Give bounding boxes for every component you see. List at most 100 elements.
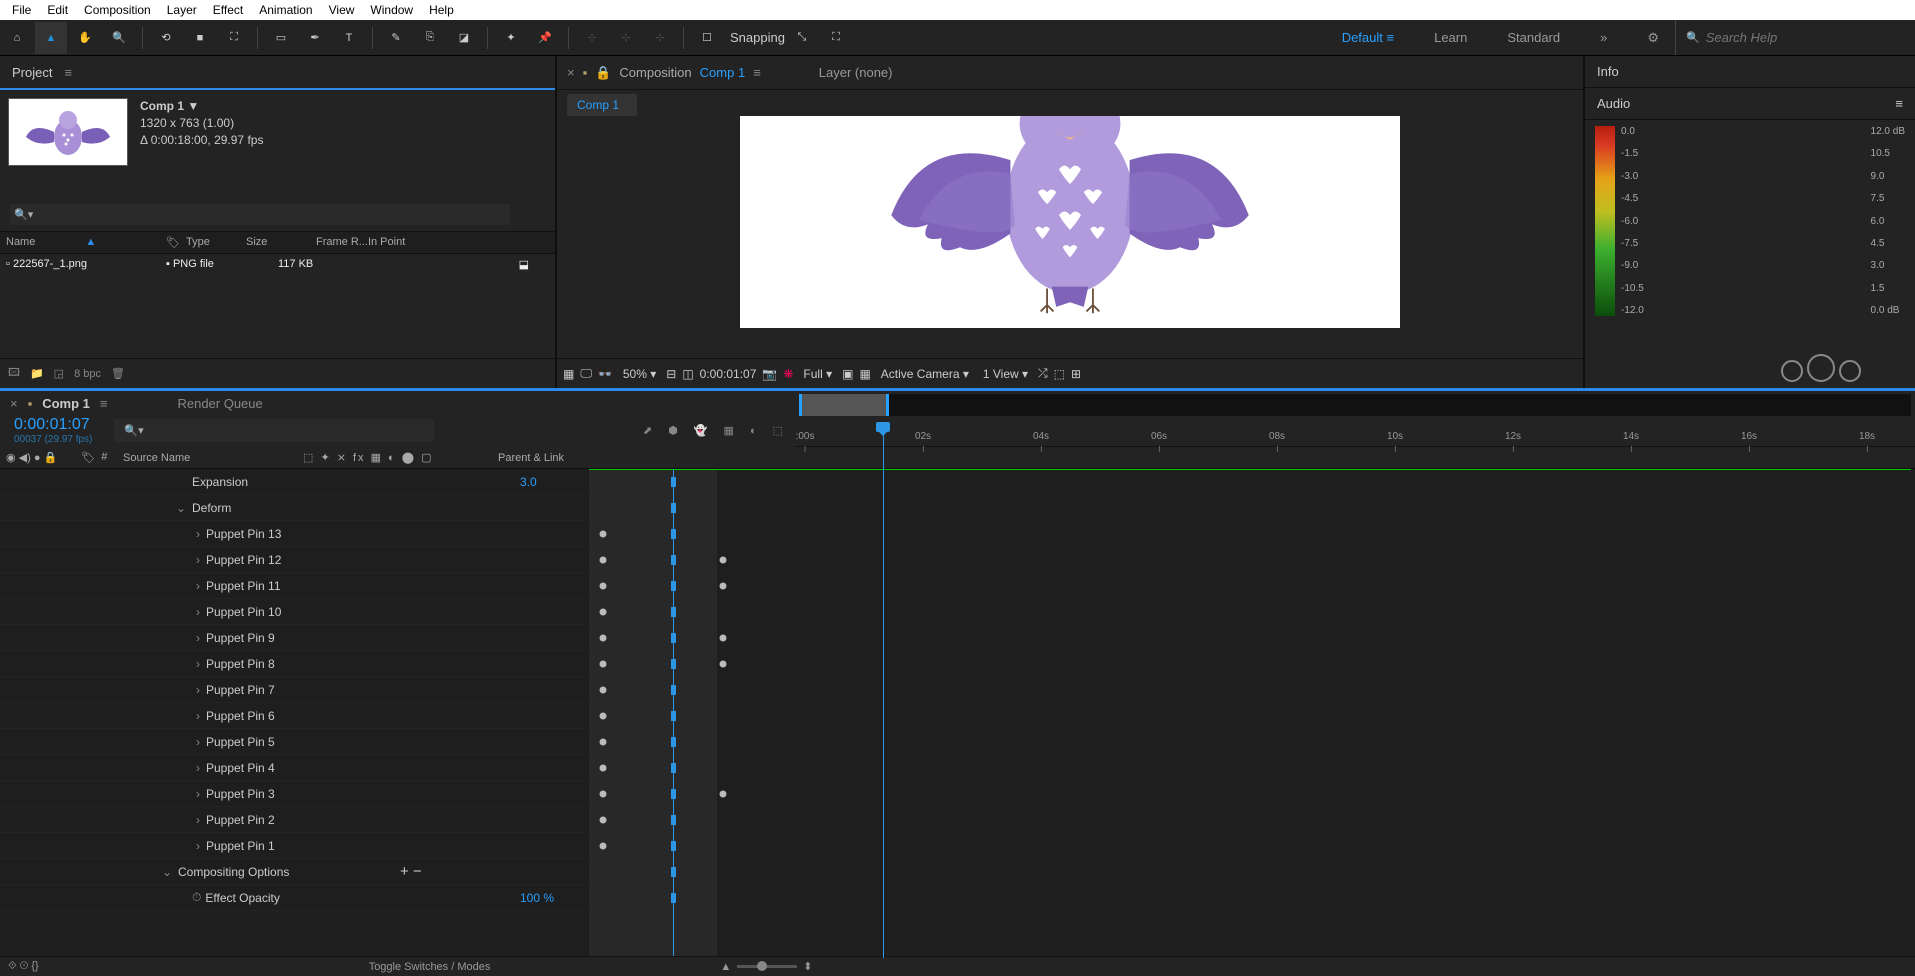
keyframe-lane[interactable]: [585, 703, 1915, 729]
navigator-thumb[interactable]: [799, 394, 889, 416]
menu-effect[interactable]: Effect: [205, 1, 251, 19]
project-item-row[interactable]: ▫ 222567-_1.png ▪ PNG file 117 KB ⬓: [0, 254, 555, 275]
col-type[interactable]: Type: [186, 236, 246, 249]
clone-tool-icon[interactable]: ⎘: [414, 22, 446, 54]
keyframe[interactable]: [720, 583, 727, 590]
layer-property-row[interactable]: ›Puppet Pin 11: [0, 573, 585, 599]
toggle-switches-icon[interactable]: ⟐ ⊙ {}: [8, 960, 39, 973]
keyframe[interactable]: [600, 739, 607, 746]
twirl-icon[interactable]: ›: [0, 579, 206, 593]
menu-edit[interactable]: Edit: [39, 1, 76, 19]
menu-view[interactable]: View: [321, 1, 363, 19]
keyframe[interactable]: [600, 765, 607, 772]
panel-menu-icon[interactable]: ≡: [753, 65, 761, 80]
camera-dropdown[interactable]: Active Camera ▾: [881, 367, 969, 381]
property-value[interactable]: 3.0: [520, 475, 537, 489]
snapping-checkbox[interactable]: ☐: [691, 22, 723, 54]
twirl-icon[interactable]: ›: [0, 813, 206, 827]
twirl-icon[interactable]: ⌄: [0, 865, 178, 879]
zoom-in-icon[interactable]: ⬍: [803, 960, 812, 973]
keyframe-lane[interactable]: [585, 573, 1915, 599]
twirl-icon[interactable]: ›: [0, 527, 206, 541]
pen-tool-icon[interactable]: ✒: [299, 22, 331, 54]
layer-viewer-label[interactable]: Layer (none): [819, 65, 893, 80]
close-icon[interactable]: ×: [567, 65, 575, 80]
rectangle-tool-icon[interactable]: ▭: [265, 22, 297, 54]
layer-property-row[interactable]: ›Puppet Pin 13: [0, 521, 585, 547]
twirl-icon[interactable]: ›: [0, 553, 206, 567]
keyframe-lane[interactable]: [585, 547, 1915, 573]
settings-icon[interactable]: ⚙: [1641, 26, 1665, 50]
keyframe[interactable]: [720, 557, 727, 564]
shy-icon[interactable]: 👻: [694, 424, 708, 437]
workspace-standard[interactable]: Standard: [1501, 26, 1566, 49]
layer-property-row[interactable]: ›Puppet Pin 8: [0, 651, 585, 677]
zoom-out-icon[interactable]: ▲: [720, 961, 731, 973]
source-name-header[interactable]: Source Name: [117, 452, 297, 464]
new-comp-icon[interactable]: ◲: [54, 367, 64, 380]
layer-property-row[interactable]: ⌄Deform: [0, 495, 585, 521]
twirl-icon[interactable]: ›: [0, 761, 206, 775]
property-value[interactable]: 100 %: [520, 891, 554, 905]
keyframe-lane[interactable]: [585, 677, 1915, 703]
keyframe-lane[interactable]: [585, 807, 1915, 833]
menu-animation[interactable]: Animation: [251, 1, 320, 19]
info-panel-tab[interactable]: Info: [1585, 56, 1915, 88]
keyframe-lane[interactable]: [585, 651, 1915, 677]
roi-icon[interactable]: ▣: [842, 367, 853, 381]
snapping-label[interactable]: Snapping: [730, 30, 785, 45]
new-folder-icon[interactable]: 📁: [30, 367, 44, 380]
audio-panel-tab[interactable]: Audio≡: [1585, 88, 1915, 120]
comp-viewer[interactable]: [557, 116, 1583, 358]
workspace-learn[interactable]: Learn: [1428, 26, 1473, 49]
mask-icon[interactable]: ◫: [682, 367, 693, 381]
menu-file[interactable]: File: [4, 1, 39, 19]
twirl-icon[interactable]: ›: [0, 735, 206, 749]
panel-menu-icon[interactable]: ≡: [1895, 96, 1903, 111]
zoom-slider[interactable]: [737, 965, 797, 968]
layer-property-row[interactable]: ›Puppet Pin 4: [0, 755, 585, 781]
res-auto-icon[interactable]: ⊟: [666, 367, 676, 381]
layer-property-row[interactable]: ⏱Effect Opacity100 %⊚: [0, 885, 585, 911]
layer-property-row[interactable]: ›Puppet Pin 5: [0, 729, 585, 755]
draft-3d-icon[interactable]: ⬢: [668, 424, 678, 437]
keyframe[interactable]: [600, 583, 607, 590]
twirl-icon[interactable]: ›: [0, 657, 206, 671]
hand-tool-icon[interactable]: ✋: [69, 22, 101, 54]
keyframe[interactable]: [600, 661, 607, 668]
frame-blend-icon[interactable]: ▦: [724, 424, 734, 437]
col-inpoint[interactable]: In Point: [368, 236, 405, 249]
camera-tool-icon[interactable]: ■: [184, 22, 216, 54]
twirl-icon[interactable]: ›: [0, 605, 206, 619]
timeline-icon[interactable]: ⊞: [1071, 367, 1081, 381]
snap-grid-icon[interactable]: ⛶: [820, 22, 852, 54]
keyframe-lane[interactable]: [585, 833, 1915, 859]
comp-name[interactable]: Comp 1: [140, 99, 184, 113]
keyframe[interactable]: [600, 635, 607, 642]
workspace-overflow-icon[interactable]: »: [1594, 26, 1613, 49]
eraser-tool-icon[interactable]: ◪: [448, 22, 480, 54]
render-queue-tab[interactable]: Render Queue: [177, 396, 262, 411]
comp-thumbnail[interactable]: [8, 98, 128, 166]
toggle-vr-icon[interactable]: 👓: [598, 367, 613, 381]
keyframe-lane[interactable]: [585, 495, 1915, 521]
orbit-tool-icon[interactable]: ⟲: [150, 22, 182, 54]
av-features-icons[interactable]: ◉ ◀) ● 🔒: [6, 451, 57, 464]
keyframe[interactable]: [720, 791, 727, 798]
menu-help[interactable]: Help: [421, 1, 462, 19]
keyframe[interactable]: [600, 713, 607, 720]
comp-mini-flowchart-icon[interactable]: ⬈: [643, 424, 652, 437]
snapshot-icon[interactable]: 📷: [762, 367, 777, 381]
col-size[interactable]: Size: [246, 236, 316, 249]
keyframe-lane[interactable]: [585, 729, 1915, 755]
interpret-icon[interactable]: 🖾: [8, 364, 20, 383]
keyframe[interactable]: [600, 557, 607, 564]
add-remove-icon[interactable]: + −: [400, 863, 422, 880]
keyframe[interactable]: [600, 609, 607, 616]
project-search[interactable]: 🔍▾: [10, 204, 510, 225]
selection-tool-icon[interactable]: ▲: [35, 22, 67, 54]
toggle-screen-icon[interactable]: 🖵: [580, 366, 592, 381]
help-search[interactable]: 🔍: [1675, 20, 1915, 55]
layer-property-row[interactable]: ›Puppet Pin 3: [0, 781, 585, 807]
timeline-comp-tab[interactable]: Comp 1: [42, 396, 90, 411]
